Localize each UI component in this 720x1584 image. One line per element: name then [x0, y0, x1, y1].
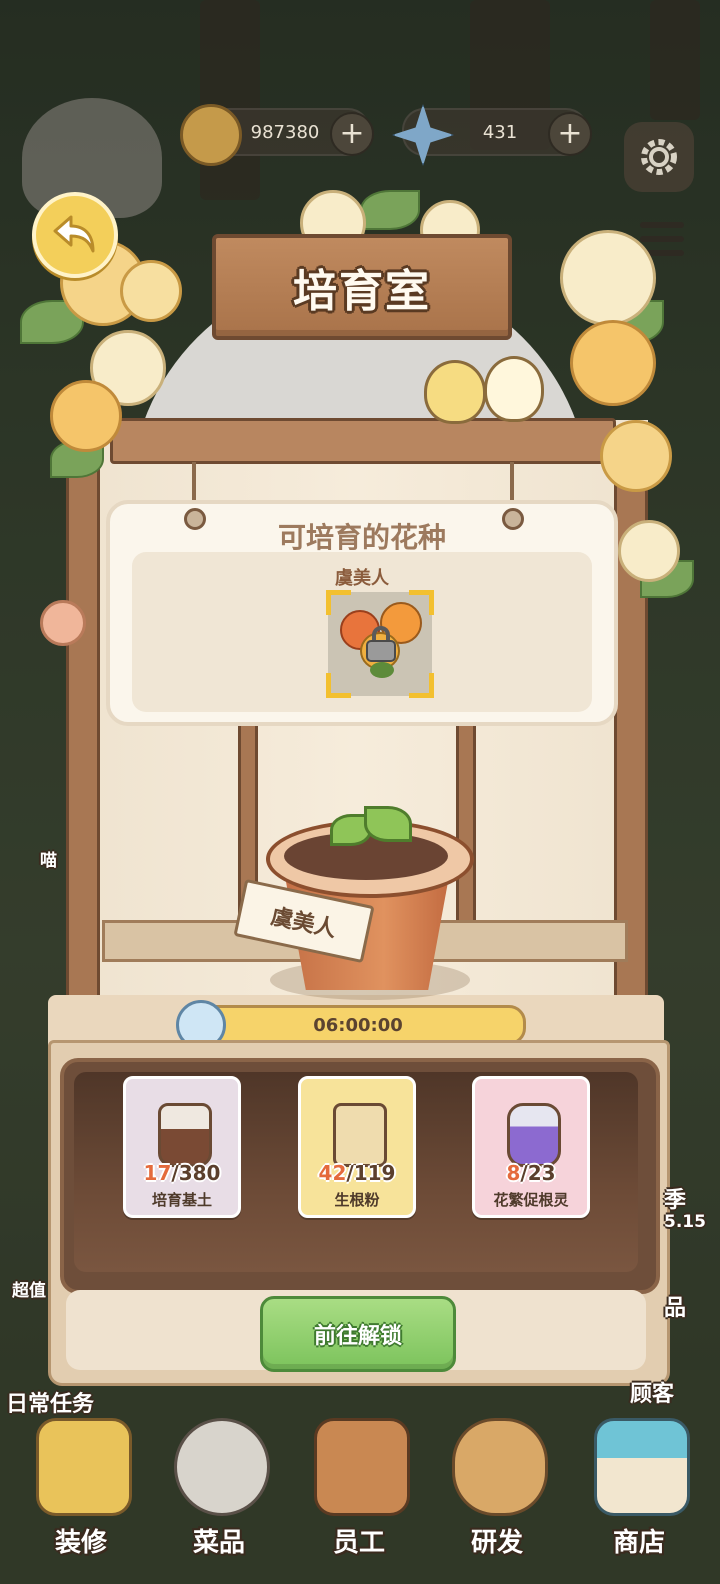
nav-shop[interactable]: 商店	[580, 1418, 698, 1568]
yellow-flower	[50, 380, 122, 452]
cabinet-post-left	[66, 430, 100, 1036]
nav-label: 研发	[470, 1528, 523, 1558]
room-title: 培育室	[293, 266, 431, 317]
yellow-flower	[600, 420, 672, 492]
panel-nail	[184, 508, 206, 530]
paw-coin-icon	[180, 104, 242, 166]
add-gems-button[interactable]: +	[548, 112, 592, 156]
coin-counter: 987380 +	[180, 104, 374, 166]
side-label-miao: 喵	[40, 851, 57, 871]
material-count: 17/380	[143, 1161, 221, 1185]
nav-label: 菜品	[192, 1528, 245, 1558]
cabinet-top-beam	[110, 418, 616, 464]
powder-jar-icon	[333, 1103, 387, 1167]
nav-decorate[interactable]: 装修	[22, 1418, 140, 1568]
research-icon	[452, 1418, 548, 1516]
material-item-rooting-powder[interactable]: 42/119 生根粉	[298, 1076, 416, 1218]
back-arrow-icon	[53, 215, 95, 253]
yellow-flower	[120, 260, 182, 322]
nav-label: 商店	[612, 1528, 665, 1558]
soil-bottle-icon	[158, 1103, 212, 1167]
slot-corner	[409, 673, 434, 698]
go-unlock-button[interactable]: 前往解锁	[260, 1296, 456, 1372]
dishes-icon	[174, 1418, 270, 1516]
breedable-flowers-panel: 可培育的花种 虞美人	[106, 500, 618, 726]
lock-icon	[366, 626, 396, 662]
timer-value: 06:00:00	[313, 1014, 403, 1036]
material-name: 培育基土	[151, 1191, 212, 1209]
sprout-icon	[364, 806, 412, 842]
vine-leaf	[360, 190, 420, 230]
shop-icon	[594, 1418, 690, 1516]
decorate-icon	[36, 1418, 132, 1516]
material-item-soil[interactable]: 17/380 培育基土	[123, 1076, 241, 1218]
add-coins-button[interactable]: +	[330, 112, 374, 156]
side-label-pin[interactable]: 品	[664, 1290, 686, 1322]
nav-staff[interactable]: 员工	[300, 1418, 418, 1568]
gem-amount: 431	[482, 121, 518, 143]
growth-timer: 06:00:00	[190, 1005, 526, 1045]
coin-amount: 987380	[250, 121, 320, 143]
nav-research[interactable]: 研发	[438, 1418, 556, 1568]
white-bird-icon	[484, 356, 544, 422]
side-label-season[interactable]: 季	[664, 1182, 686, 1214]
flower-list: 虞美人	[132, 552, 592, 712]
settings-button[interactable]	[624, 122, 694, 192]
material-name: 花繁促根灵	[493, 1191, 569, 1209]
gear-icon	[641, 139, 677, 175]
slot-corner	[326, 673, 351, 698]
side-label-deal[interactable]: 超值	[12, 1276, 46, 1301]
cream-flower	[618, 520, 680, 582]
material-item-root-booster[interactable]: 8/23 花繁促根灵	[472, 1076, 590, 1218]
slot-corner	[409, 590, 434, 615]
material-name: 生根粉	[334, 1191, 380, 1209]
room-sign: 培育室	[212, 234, 512, 340]
customers-button[interactable]: 顾客	[630, 1376, 674, 1408]
nav-label: 员工	[332, 1528, 385, 1558]
cream-flower	[560, 230, 656, 326]
back-button[interactable]	[32, 192, 118, 278]
material-count: 42/119	[318, 1161, 396, 1185]
material-count: 8/23	[506, 1161, 556, 1185]
flower-slot-poppy[interactable]	[326, 590, 434, 698]
yellow-flower	[570, 320, 656, 406]
yellow-bird-icon	[424, 360, 486, 424]
nav-label: 装修	[54, 1528, 107, 1558]
booster-jar-icon	[507, 1103, 561, 1167]
flower-name: 虞美人	[335, 568, 389, 589]
pink-flower	[40, 600, 86, 646]
staff-icon	[314, 1418, 410, 1516]
nav-dishes[interactable]: 菜品	[160, 1418, 278, 1568]
side-label-number: 5.15	[664, 1212, 706, 1232]
gem-counter: 431 +	[392, 104, 592, 166]
daily-tasks-button[interactable]: 日常任务	[6, 1386, 94, 1418]
panel-nail	[502, 508, 524, 530]
slot-corner	[326, 590, 351, 615]
cabinet-post	[456, 690, 476, 936]
